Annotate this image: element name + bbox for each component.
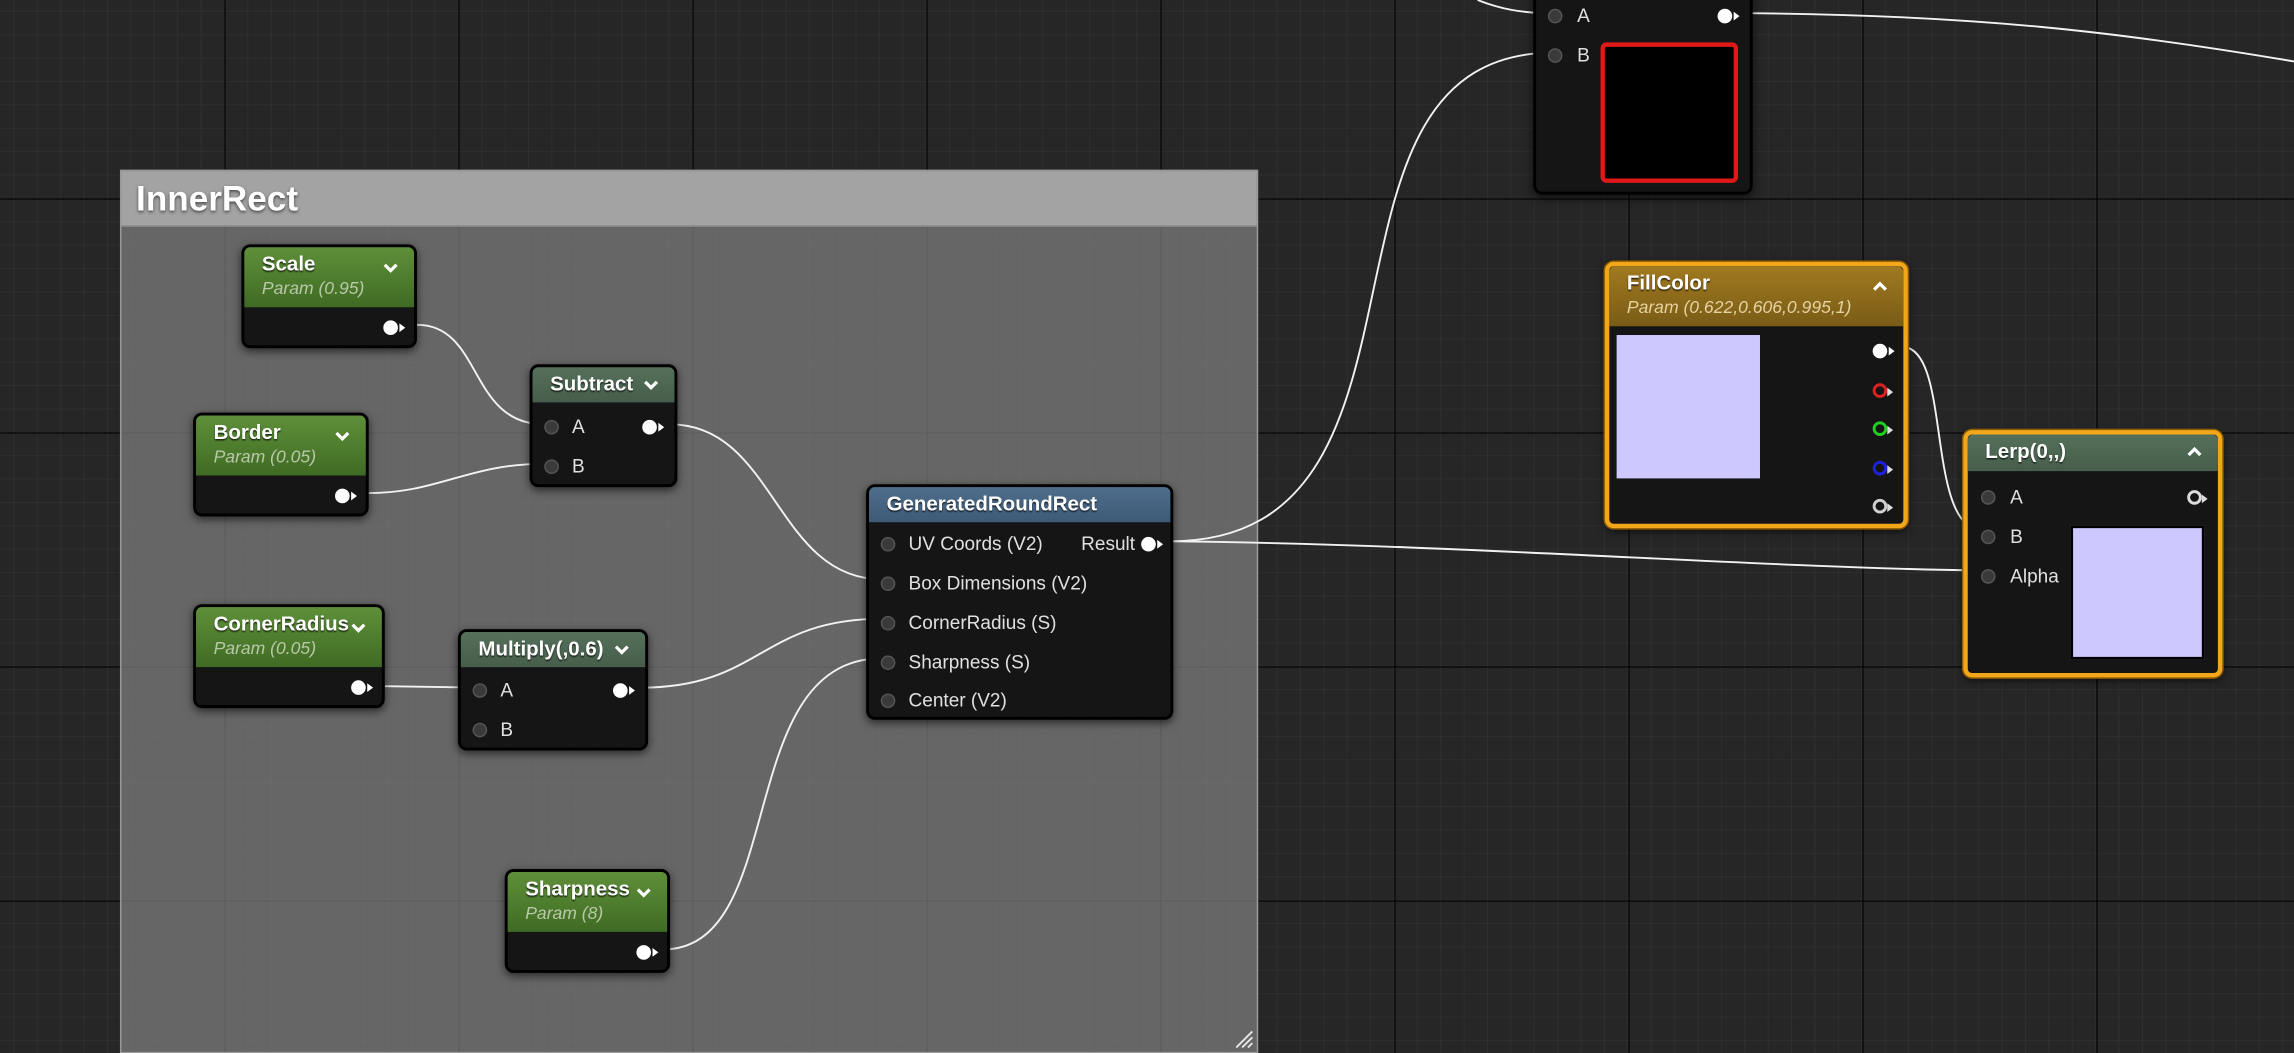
- input-pin-uv-coords[interactable]: [880, 536, 896, 552]
- wire-grr-lerp-alpha: [1170, 540, 1984, 572]
- pin-label: A: [1577, 4, 1590, 27]
- pin-label: B: [572, 454, 585, 477]
- input-pin-sharpness[interactable]: [880, 655, 896, 671]
- node-header[interactable]: Border Param (0.05): [196, 415, 366, 476]
- node-param: Param (0.95): [261, 277, 365, 299]
- pin-label: B: [2010, 525, 2023, 548]
- input-pin-b[interactable]: [1980, 529, 1996, 545]
- output-pin[interactable]: [612, 683, 635, 698]
- input-pin-a[interactable]: [1980, 490, 1996, 505]
- node-subtract[interactable]: Subtract A B: [529, 364, 678, 488]
- pin-label: Alpha: [2010, 564, 2059, 587]
- node-param: Param (0.622,0.606,0.995,1): [1626, 296, 1852, 318]
- output-pin-result[interactable]: [1141, 536, 1164, 552]
- input-pin-a[interactable]: [1547, 8, 1563, 24]
- node-header[interactable]: CornerRadius Param (0.05): [196, 607, 382, 668]
- input-pin-a[interactable]: [472, 683, 488, 698]
- chevron-up-icon[interactable]: [1870, 277, 1890, 297]
- pin-label: A: [500, 678, 514, 701]
- output-pin[interactable]: [642, 419, 665, 435]
- color-preview-swatch: [1616, 335, 1760, 479]
- output-pin-rgb[interactable]: [1872, 343, 1895, 359]
- output-pin[interactable]: [636, 945, 659, 960]
- color-preview-swatch: [2070, 525, 2205, 660]
- wire-top-output: [1740, 12, 2294, 63]
- node-param: Param (0.05): [213, 637, 317, 659]
- node-header[interactable]: GeneratedRoundRect: [869, 487, 1171, 523]
- input-pin-center[interactable]: [880, 693, 896, 709]
- output-pin[interactable]: [351, 680, 374, 695]
- node-top-preview[interactable]: A B: [1533, 0, 1753, 195]
- preview-swatch: [1600, 42, 1739, 183]
- output-pin-b[interactable]: [1872, 460, 1894, 476]
- input-pin-box-dimensions[interactable]: [880, 576, 896, 592]
- output-pin[interactable]: [383, 320, 406, 336]
- output-pin-a[interactable]: [1872, 498, 1894, 514]
- pin-label: A: [2010, 485, 2023, 508]
- pin-label: A: [572, 415, 585, 438]
- output-pin[interactable]: [2187, 490, 2208, 505]
- node-header[interactable]: FillColor Param (0.622,0.606,0.995,1): [1609, 266, 1904, 327]
- node-header[interactable]: Subtract: [532, 367, 675, 403]
- node-fill-color[interactable]: FillColor Param (0.622,0.606,0.995,1): [1604, 261, 1908, 529]
- output-pin[interactable]: [335, 488, 357, 504]
- node-generated-round-rect[interactable]: GeneratedRoundRect UV Coords (V2) Result…: [866, 484, 1174, 720]
- node-header[interactable]: Multiply(,0.6): [460, 632, 646, 668]
- node-title: Sharpness: [525, 876, 630, 900]
- comment-title[interactable]: InnerRect: [121, 171, 1257, 227]
- pin-label: B: [500, 718, 514, 741]
- output-pin-g[interactable]: [1872, 421, 1894, 436]
- chevron-down-icon[interactable]: [641, 375, 661, 395]
- node-title: Scale: [261, 251, 316, 276]
- node-header[interactable]: Sharpness Param (8): [507, 871, 668, 932]
- node-lerp[interactable]: Lerp(0,,) A B Alpha: [1963, 430, 2223, 678]
- node-header[interactable]: Lerp(0,,): [1967, 434, 2218, 472]
- node-scale[interactable]: Scale Param (0.95): [241, 244, 417, 349]
- input-pin-b[interactable]: [1547, 48, 1563, 63]
- node-param: Param (8): [525, 902, 604, 924]
- node-title: CornerRadius: [213, 611, 350, 635]
- node-multiply[interactable]: Multiply(,0.6) A B: [457, 629, 649, 751]
- node-sharpness[interactable]: Sharpness Param (8): [504, 869, 671, 973]
- node-border[interactable]: Border Param (0.05): [193, 412, 369, 517]
- input-pin-a[interactable]: [544, 419, 559, 435]
- output-pin-r[interactable]: [1872, 383, 1894, 398]
- node-header[interactable]: Scale Param (0.95): [244, 247, 415, 308]
- output-pin[interactable]: [1717, 8, 1740, 24]
- input-pin-b[interactable]: [544, 459, 559, 475]
- pin-label: CornerRadius (S): [908, 611, 1057, 634]
- input-pin-corner-radius[interactable]: [880, 615, 896, 631]
- node-title: Border: [213, 419, 281, 444]
- input-pin-alpha[interactable]: [1980, 569, 1996, 584]
- node-corner-radius[interactable]: CornerRadius Param (0.05): [193, 604, 385, 709]
- input-pin-b[interactable]: [472, 722, 488, 738]
- chevron-up-icon[interactable]: [2184, 442, 2204, 462]
- node-title: Multiply(,0.6): [478, 636, 604, 660]
- pin-label: Result: [1081, 532, 1136, 555]
- node-param: Param (0.05): [213, 446, 317, 467]
- node-title: FillColor: [1626, 270, 1710, 295]
- pin-label: UV Coords (V2): [908, 532, 1043, 555]
- graph-canvas[interactable]: InnerRect Scale Param (0.95) Border Para…: [0, 0, 2294, 1053]
- node-title: Lerp(0,,): [1985, 438, 2067, 463]
- chevron-down-icon[interactable]: [348, 617, 368, 637]
- chevron-down-icon[interactable]: [633, 882, 653, 902]
- pin-label: Center (V2): [908, 689, 1007, 712]
- chevron-down-icon[interactable]: [332, 426, 352, 446]
- resize-grip-icon[interactable]: [1233, 1028, 1254, 1049]
- chevron-down-icon[interactable]: [612, 639, 632, 659]
- pin-label: B: [1577, 43, 1590, 66]
- pin-label: Sharpness (S): [908, 651, 1031, 673]
- node-title: GeneratedRoundRect: [886, 491, 1098, 515]
- pin-label: Box Dimensions (V2): [908, 572, 1088, 594]
- chevron-down-icon[interactable]: [380, 257, 400, 277]
